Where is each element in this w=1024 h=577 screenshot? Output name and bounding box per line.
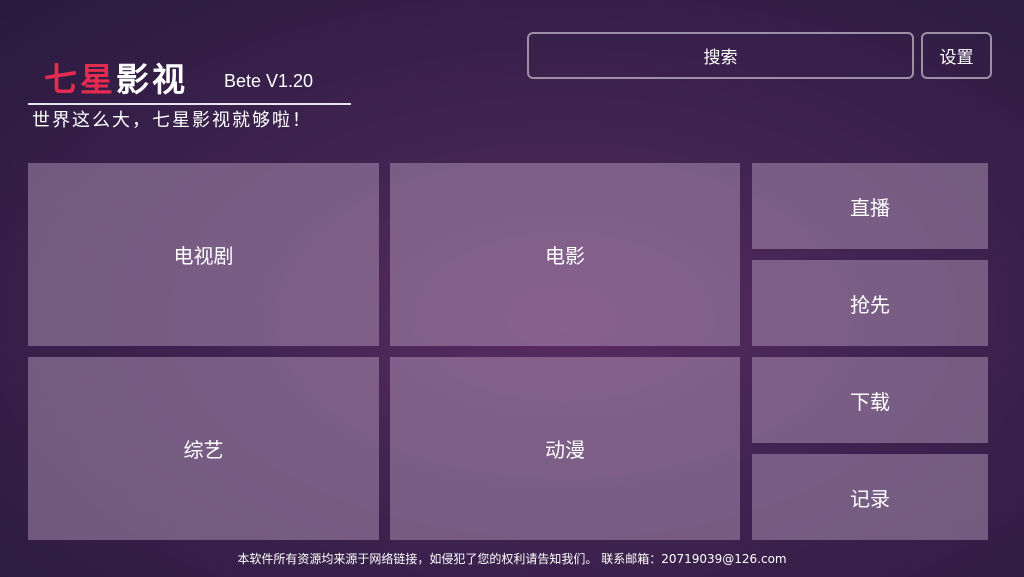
logo-text-white: 影视 [116,60,188,99]
logo-text-red: 七星 [44,60,116,99]
app-logo: 七星 影视 [44,58,188,102]
settings-button[interactable]: 设置 [921,32,992,79]
slogan: 世界这么大，七星影视就够啦！ [32,110,312,131]
search-button[interactable]: 搜索 [527,32,914,79]
tile-download[interactable]: 下载 [752,357,988,443]
tile-variety[interactable]: 综艺 [28,357,379,540]
tile-history[interactable]: 记录 [752,454,988,540]
tile-anime[interactable]: 动漫 [390,357,740,540]
tile-preview[interactable]: 抢先 [752,260,988,346]
footer-disclaimer: 本软件所有资源均来源于网络链接，如侵犯了您的权利请告知我们。 联系邮箱：2071… [237,552,787,566]
version-label: Bete V1.20 [224,71,314,91]
tile-tv-series[interactable]: 电视剧 [28,163,379,346]
logo-divider [28,103,351,105]
tile-live[interactable]: 直播 [752,163,988,249]
tile-movies[interactable]: 电影 [390,163,740,346]
